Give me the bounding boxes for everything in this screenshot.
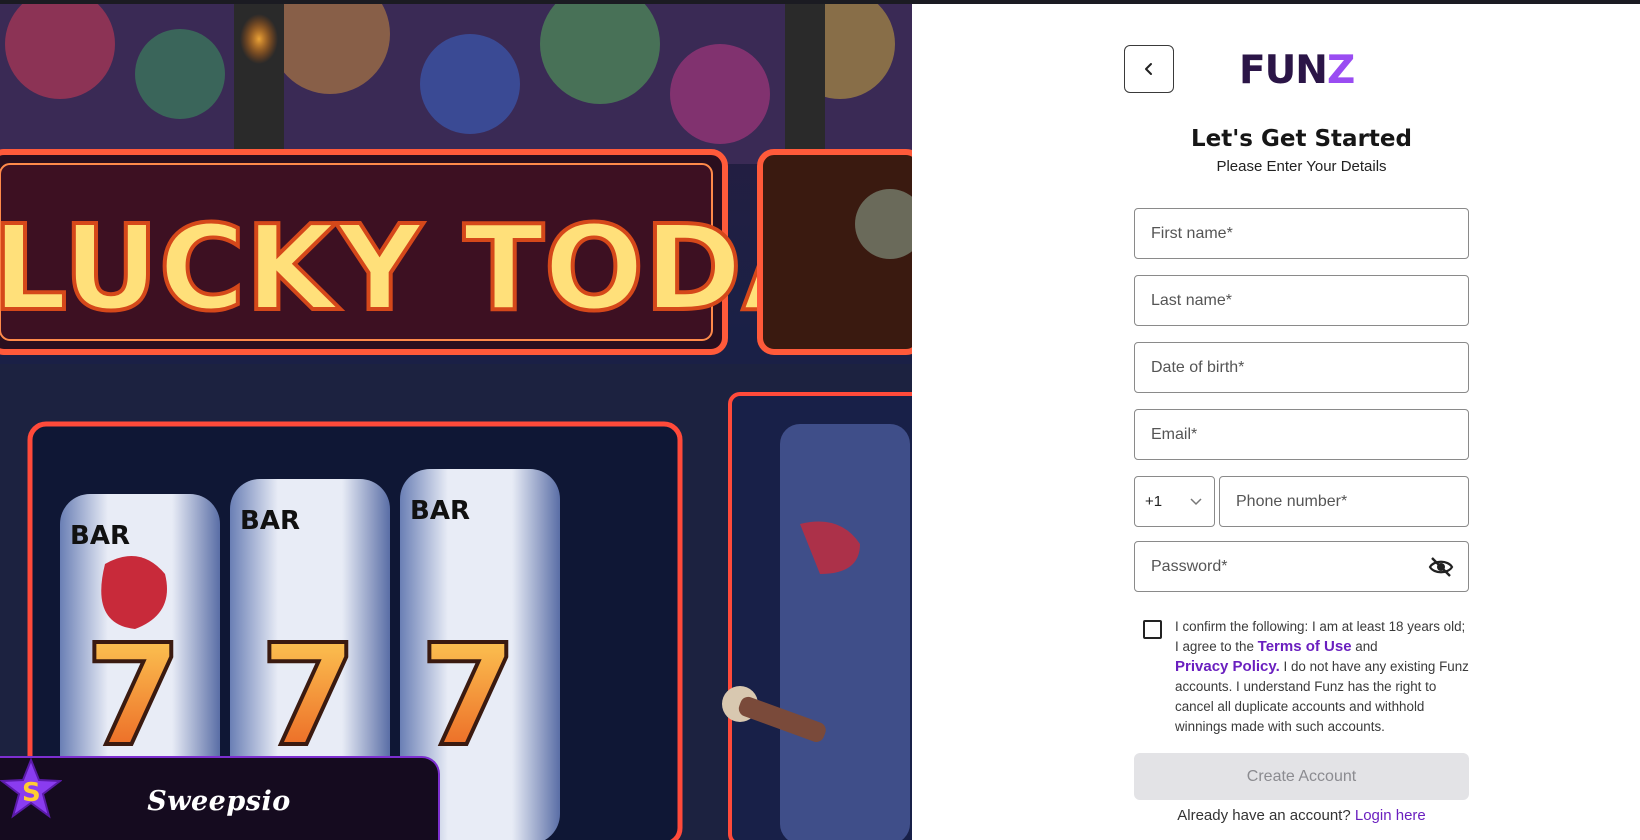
- slot-machine-illustration: LUCKY TODAY BAR 7 BAR 7 BAR 7: [0, 4, 912, 840]
- password-input[interactable]: [1151, 542, 1468, 591]
- phone-input[interactable]: [1236, 477, 1468, 526]
- svg-text:7: 7: [260, 615, 357, 778]
- page-subtitle: Please Enter Your Details: [1216, 158, 1387, 175]
- star-icon: S: [0, 758, 62, 819]
- consent-checkbox[interactable]: [1143, 620, 1162, 639]
- chevron-left-icon: [1145, 63, 1152, 75]
- phone-field[interactable]: [1219, 476, 1469, 527]
- sweepsio-badge: S Sweepsio: [0, 756, 440, 840]
- privacy-link[interactable]: Privacy Policy.: [1175, 658, 1280, 675]
- chevron-down-icon: [1190, 497, 1202, 505]
- svg-text:7: 7: [85, 615, 182, 778]
- create-account-button[interactable]: Create Account: [1134, 753, 1469, 800]
- back-button[interactable]: [1124, 45, 1174, 93]
- svg-text:7: 7: [420, 615, 517, 778]
- email-field[interactable]: [1134, 409, 1469, 460]
- sweepsio-brand: Sweepsio: [147, 785, 291, 817]
- password-field[interactable]: [1134, 541, 1469, 592]
- email-input[interactable]: [1151, 410, 1468, 459]
- svg-text:BAR: BAR: [70, 521, 130, 551]
- first-name-field[interactable]: [1134, 208, 1469, 259]
- last-name-field[interactable]: [1134, 275, 1469, 326]
- dob-input[interactable]: [1151, 343, 1468, 392]
- hero-image: LUCKY TODAY BAR 7 BAR 7 BAR 7 S Sweepsio: [0, 4, 912, 840]
- last-name-input[interactable]: [1151, 276, 1468, 325]
- country-code-select[interactable]: +1: [1134, 476, 1215, 527]
- eye-off-icon[interactable]: [1428, 555, 1454, 579]
- funz-logo: FUNZ: [1239, 48, 1355, 93]
- consent-text: I confirm the following: I am at least 1…: [1175, 619, 1469, 734]
- login-link[interactable]: Login here: [1355, 807, 1426, 824]
- terms-link[interactable]: Terms of Use: [1258, 638, 1352, 655]
- country-code-value: +1: [1145, 493, 1163, 510]
- svg-text:S: S: [22, 778, 41, 808]
- page-title: Let's Get Started: [1191, 126, 1412, 152]
- svg-text:BAR: BAR: [240, 506, 300, 536]
- svg-text:BAR: BAR: [410, 496, 470, 526]
- dob-field[interactable]: [1134, 342, 1469, 393]
- login-prompt: Already have an account? Login here: [1177, 807, 1426, 824]
- first-name-input[interactable]: [1151, 209, 1468, 258]
